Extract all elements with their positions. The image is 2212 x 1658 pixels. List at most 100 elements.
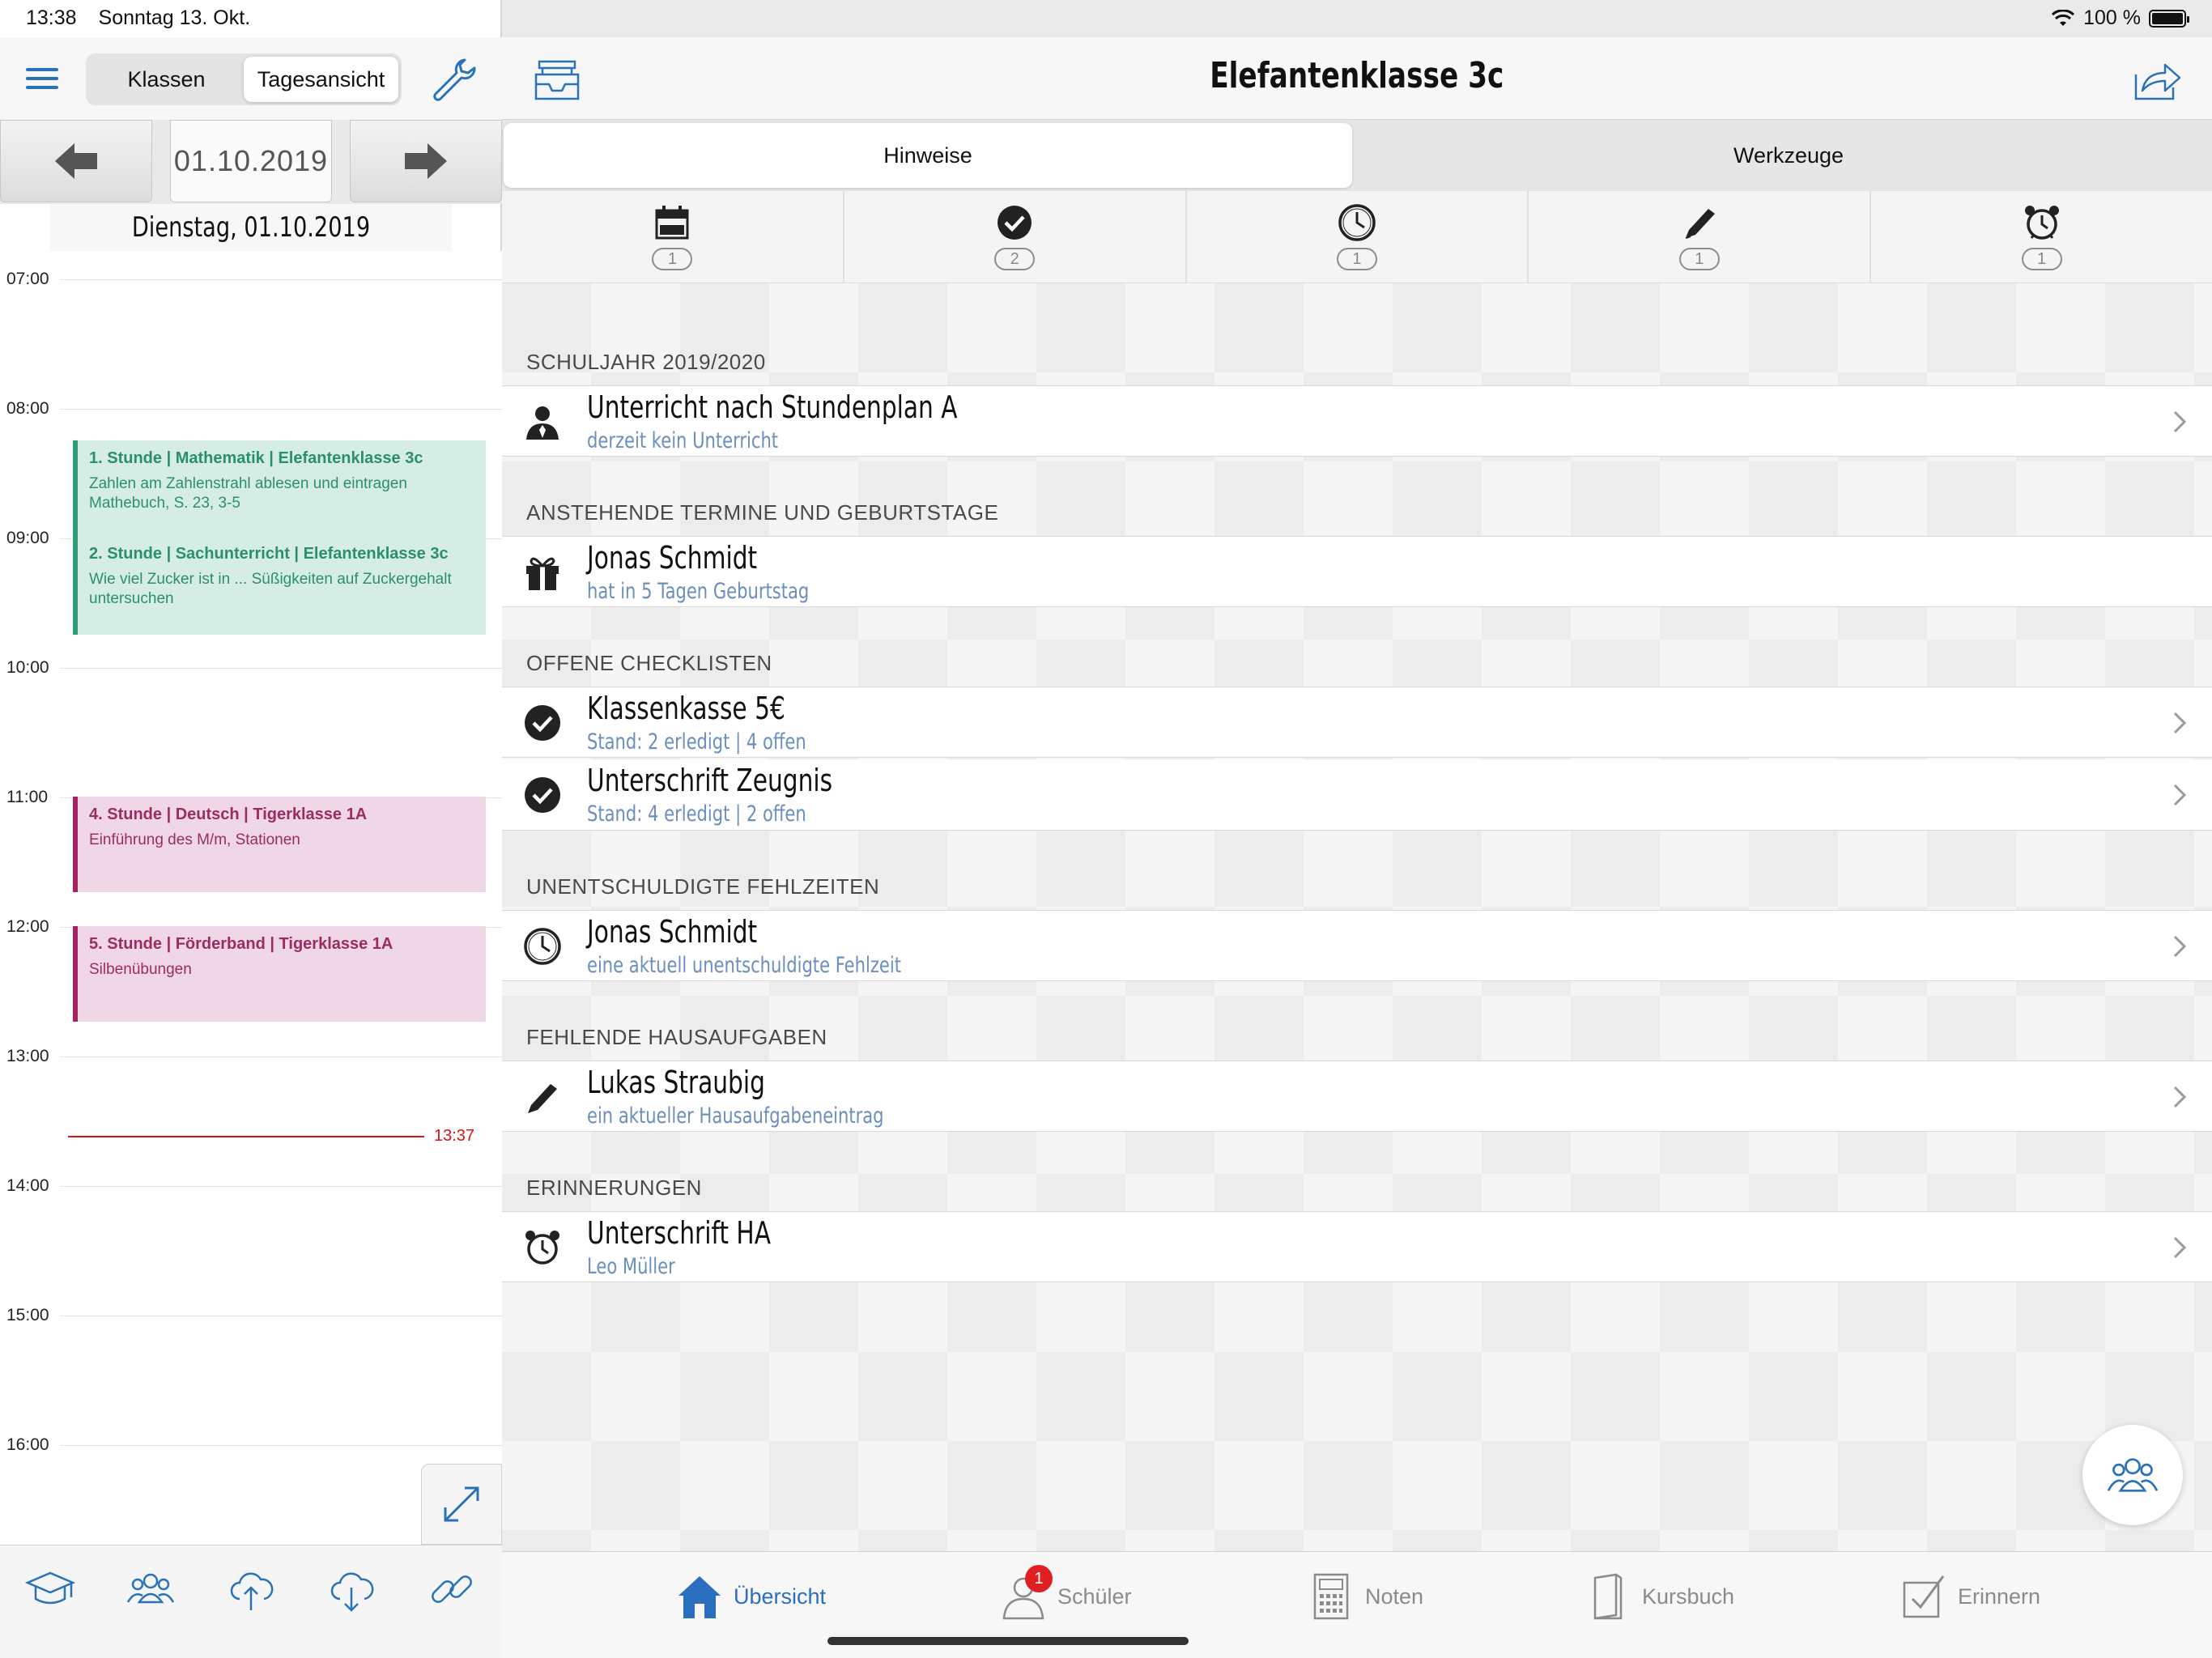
section-title: ERINNERUNGEN — [526, 1175, 702, 1200]
item-title: Lukas Straubig — [587, 1065, 765, 1100]
tab-erinnern[interactable]: Erinnern — [1899, 1568, 2040, 1625]
group-icon[interactable] — [125, 1563, 177, 1615]
event-title: 2. Stunde | Sachunterricht | Elefantenkl… — [89, 545, 449, 563]
hour-line: 13:00 — [0, 1047, 502, 1065]
tab-label: Übersicht — [734, 1584, 827, 1609]
filter-hausaufgaben[interactable]: 1 — [1529, 191, 1872, 283]
event-description: Einführung des M/m, Stationen — [89, 831, 300, 848]
filter-count-badge: 1 — [2021, 248, 2062, 270]
students-fab-button[interactable] — [2082, 1425, 2183, 1525]
tab-werkzeuge[interactable]: Werkzeuge — [1365, 123, 2212, 188]
date-navigator: 01.10.2019 — [0, 120, 502, 204]
filter-count-badge: 1 — [652, 248, 693, 270]
hour-line: 08:00 — [0, 399, 502, 418]
cloud-download-icon[interactable] — [325, 1563, 377, 1615]
section-title: UNENTSCHULDIGTE FEHLZEITEN — [526, 874, 880, 899]
tab-uebersicht[interactable]: Übersicht — [675, 1568, 826, 1625]
expand-button[interactable] — [421, 1464, 502, 1545]
expand-icon — [444, 1486, 479, 1522]
lesson-event[interactable]: 2. Stunde | Sachunterricht | Elefantenkl… — [73, 536, 486, 635]
next-day-button[interactable] — [350, 120, 502, 202]
view-switcher: Klassen Tagesansicht — [86, 53, 402, 105]
item-title: Unterricht nach Stundenplan A — [587, 389, 958, 425]
lesson-event[interactable]: 1. Stunde | Mathematik | Elefantenklasse… — [73, 440, 486, 536]
book-icon — [1593, 1573, 1623, 1620]
chevron-right-icon — [2173, 1086, 2187, 1108]
list-item[interactable]: Klassenkasse 5€ Stand: 2 erledigt | 4 of… — [502, 687, 2212, 758]
list-item[interactable]: Jonas Schmidt hat in 5 Tagen Geburtstag — [502, 536, 2212, 607]
left-toolbar — [0, 1545, 502, 1658]
wrench-icon[interactable] — [429, 55, 478, 104]
item-subtitle: hat in 5 Tagen Geburtstag — [587, 579, 810, 604]
chevron-right-icon — [2173, 410, 2187, 433]
section-title: FEHLENDE HAUSAUFGABEN — [526, 1025, 827, 1049]
hour-line: 15:00 — [0, 1306, 502, 1324]
notification-badge: 1 — [1025, 1565, 1053, 1592]
menu-icon[interactable] — [26, 68, 58, 91]
arrow-left-icon — [55, 143, 97, 179]
pen-icon — [528, 1084, 557, 1113]
list-item[interactable]: Unterricht nach Stundenplan A derzeit ke… — [502, 385, 2212, 457]
list-item[interactable]: Unterschrift HA Leo Müller — [502, 1211, 2212, 1282]
filter-termine[interactable]: 1 — [502, 191, 844, 283]
item-title: Unterschrift HA — [587, 1215, 771, 1251]
list-item[interactable]: Lukas Straubig ein aktueller Hausaufgabe… — [502, 1061, 2212, 1132]
arrow-right-icon — [405, 143, 447, 179]
item-title: Jonas Schmidt — [587, 914, 758, 950]
item-title: Klassenkasse 5€ — [587, 691, 785, 726]
event-description: Silbenübungen — [89, 961, 192, 978]
home-indicator[interactable] — [827, 1637, 1189, 1645]
left-header: Klassen Tagesansicht — [0, 37, 502, 120]
group-icon — [2107, 1458, 2159, 1492]
segment-tagesansicht[interactable]: Tagesansicht — [244, 57, 398, 102]
filter-fehlzeiten[interactable]: 1 — [1187, 191, 1529, 283]
event-title: 5. Stunde | Förderband | Tigerklasse 1A — [89, 935, 393, 953]
checkmark-icon — [525, 705, 560, 741]
share-icon[interactable] — [2131, 55, 2183, 104]
item-subtitle: eine aktuell unentschuldigte Fehlzeit — [587, 953, 901, 978]
battery-percent: 100 % — [2083, 6, 2141, 29]
tab-label: Erinnern — [1958, 1584, 2041, 1609]
day-view-pane: Klassen Tagesansicht 01.10.2019 Dienstag… — [0, 0, 502, 1658]
chevron-right-icon — [2173, 1236, 2187, 1259]
lesson-event[interactable]: 5. Stunde | Förderband | Tigerklasse 1A … — [73, 926, 486, 1022]
calendar-icon — [655, 206, 689, 240]
tab-noten[interactable]: Noten — [1307, 1568, 1423, 1625]
event-description: Zahlen am Zahlenstrahl ablesen und eintr… — [89, 475, 407, 512]
tab-label: Schüler — [1057, 1584, 1132, 1609]
graduation-cap-icon[interactable] — [24, 1563, 76, 1615]
pen-icon — [1685, 209, 1715, 239]
status-date: Sonntag 13. Okt. — [98, 6, 251, 29]
hour-line: 14:00 — [0, 1176, 502, 1195]
list-item[interactable]: Jonas Schmidt eine aktuell unentschuldig… — [502, 910, 2212, 981]
tab-hinweise[interactable]: Hinweise — [504, 123, 1352, 188]
filter-count-badge: 1 — [1678, 248, 1720, 270]
lesson-event[interactable]: 4. Stunde | Deutsch | Tigerklasse 1A Ein… — [73, 797, 486, 892]
gift-icon — [526, 557, 559, 590]
item-title: Unterschrift Zeugnis — [587, 763, 833, 798]
hour-line: 10:00 — [0, 658, 502, 677]
tab-kursbuch[interactable]: Kursbuch — [1584, 1568, 1734, 1625]
filter-count-badge: 2 — [994, 248, 1036, 270]
link-icon[interactable] — [426, 1563, 478, 1615]
person-icon — [526, 406, 559, 440]
clock-icon — [524, 928, 561, 965]
previous-day-button[interactable] — [0, 120, 152, 202]
date-display[interactable]: 01.10.2019 — [170, 120, 332, 202]
status-bar: 13:38 Sonntag 13. Okt. 100 % — [0, 0, 2212, 37]
list-item[interactable]: Unterschrift Zeugnis Stand: 4 erledigt |… — [502, 759, 2212, 831]
tab-schueler[interactable]: 1 Schüler — [999, 1565, 1132, 1625]
wifi-icon — [2052, 9, 2075, 26]
timeline[interactable]: 07:00 08:00 09:00 10:00 11:00 12:00 13:0… — [0, 251, 502, 1545]
status-time: 13:38 — [26, 6, 77, 29]
section-title: ANSTEHENDE TERMINE UND GEBURTSTAGE — [526, 500, 999, 525]
filter-erinnerungen[interactable]: 1 — [1871, 191, 2212, 283]
event-title: 1. Stunde | Mathematik | Elefantenklasse… — [89, 449, 423, 467]
alarm-clock-icon — [2024, 206, 2059, 240]
clock-icon — [1338, 204, 1376, 241]
segment-klassen[interactable]: Klassen — [89, 57, 244, 102]
cloud-upload-icon[interactable] — [225, 1563, 277, 1615]
checkmark-icon — [525, 777, 560, 813]
filter-checklisten[interactable]: 2 — [844, 191, 1187, 283]
day-title: Dienstag, 01.10.2019 — [50, 204, 452, 251]
